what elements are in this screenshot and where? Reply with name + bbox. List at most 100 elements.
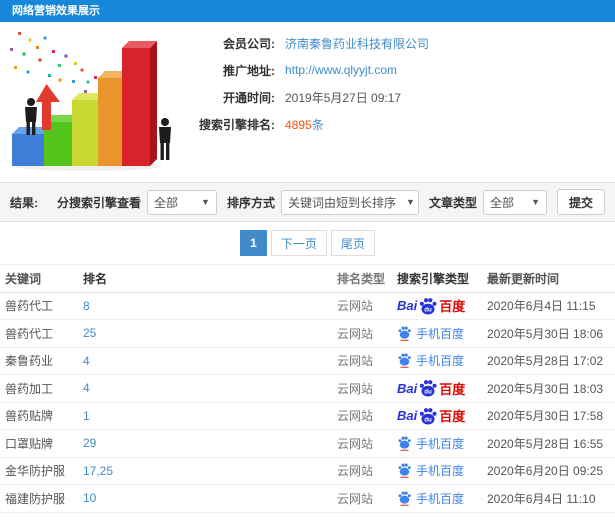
baidu-cn-wordmark: 百度 bbox=[439, 409, 466, 425]
marketing-report-window: 网络营销效果展示 会员公司: 济南秦鲁药业科技有限公司 推广地址: http:/… bbox=[0, 0, 615, 520]
mobile-baidu-label: 手机百度 bbox=[416, 464, 465, 479]
updated-time-cell: 2020年5月28日 17:02 bbox=[487, 354, 604, 369]
updated-time-cell: 2020年5月30日 18:06 bbox=[487, 326, 604, 341]
ranking-count-value: 4895 bbox=[285, 117, 312, 132]
rank-type-cell: 云网站 bbox=[337, 436, 374, 451]
table-header-row: 关键词 排名 排名类型 搜索引擎类型 最新更新时间 bbox=[0, 265, 615, 293]
table-row: 兽药贴牌 1 云网站 Bai du 百度 2020年5月30日 17:58 bbox=[0, 403, 615, 430]
baidu-mobile-paw-icon bbox=[398, 353, 411, 369]
baidu-pc-logo: Bai du 百度 bbox=[397, 378, 465, 398]
field-label: 会员公司: bbox=[223, 36, 275, 51]
svg-text:du: du bbox=[424, 306, 432, 313]
baidu-paw-icon: du bbox=[420, 407, 437, 425]
field-label: 推广地址: bbox=[223, 63, 275, 78]
sort-filter-select[interactable]: 关键词由短到长排序 ▼ bbox=[280, 189, 419, 215]
mobile-baidu-label: 手机百度 bbox=[416, 354, 465, 369]
updated-time-cell: 2020年6月4日 11:10 bbox=[487, 491, 596, 506]
businessman-right bbox=[159, 118, 171, 160]
rank-type-cell: 云网站 bbox=[337, 326, 374, 341]
table-row: 金华防护服 17,25 云网站 Bai du 百度 bbox=[0, 458, 615, 485]
rank-link[interactable]: 25 bbox=[83, 326, 96, 340]
updated-time-cell: 2020年5月30日 18:03 bbox=[487, 381, 604, 396]
keyword-cell: 秦鲁药业 bbox=[5, 354, 54, 369]
header-rank: 排名 bbox=[83, 271, 108, 286]
mobile-baidu-label: 手机百度 bbox=[416, 436, 465, 451]
rank-type-cell: 云网站 bbox=[337, 354, 374, 369]
baidu-pc-logo: Bai du 百度 bbox=[397, 296, 465, 316]
table-row: 兽药加工 4 云网站 Bai du 百度 2020年5月30日 18:03 bbox=[0, 375, 615, 403]
updated-time-cell: 2020年6月4日 11:15 bbox=[487, 299, 596, 314]
result-label: 结果: bbox=[10, 195, 38, 210]
rank-link[interactable]: 29 bbox=[83, 436, 96, 450]
baidu-wordmark: Bai bbox=[397, 298, 418, 314]
field-url: 推广地址: http://www.qlyyjt.com bbox=[183, 61, 615, 79]
page-title: 网络营销效果展示 bbox=[12, 5, 100, 17]
keyword-cell: 兽药贴牌 bbox=[5, 409, 54, 424]
field-label: 开通时间: bbox=[223, 90, 275, 105]
rank-link[interactable]: 4 bbox=[83, 381, 90, 395]
table-row: 口罩贴牌 29 云网站 Bai du 百度 bbox=[0, 430, 615, 458]
confetti-dots bbox=[10, 32, 102, 98]
mobile-baidu-label: 手机百度 bbox=[416, 326, 465, 341]
engine-filter-select[interactable]: 全部 ▼ bbox=[146, 189, 217, 215]
field-open-time: 开通时间: 2019年5月27日 09:17 bbox=[183, 88, 615, 106]
chevron-down-icon: ▼ bbox=[405, 197, 415, 207]
engine-filter-value: 全部 bbox=[153, 195, 178, 210]
baidu-mobile-logo: 手机百度 bbox=[397, 490, 464, 507]
baidu-pc-logo: Bai du 百度 bbox=[397, 406, 465, 426]
rank-type-cell: 云网站 bbox=[337, 464, 374, 479]
baidu-mobile-logo: 手机百度 bbox=[397, 462, 464, 479]
header-keyword: 关键词 bbox=[5, 271, 42, 286]
keyword-cell: 金华防护服 bbox=[5, 464, 66, 479]
baidu-cn-wordmark: 百度 bbox=[439, 381, 466, 397]
baidu-wordmark: Bai bbox=[397, 380, 418, 396]
baidu-paw-icon: du bbox=[420, 380, 437, 397]
updated-time-cell: 2020年5月28日 16:55 bbox=[487, 436, 604, 451]
baidu-mobile-logo: 手机百度 bbox=[397, 435, 464, 452]
article-type-value: 全部 bbox=[489, 195, 514, 210]
submit-button[interactable]: 提交 bbox=[556, 189, 605, 215]
keyword-cell: 口罩贴牌 bbox=[5, 436, 54, 451]
rank-type-cell: 云网站 bbox=[337, 299, 374, 314]
header-engine-type: 搜索引擎类型 bbox=[397, 271, 470, 286]
rank-link[interactable]: 4 bbox=[83, 354, 90, 368]
keyword-cell: 兽药代工 bbox=[5, 326, 54, 341]
rank-link[interactable]: 8 bbox=[83, 299, 90, 313]
field-company: 会员公司: 济南秦鲁药业科技有限公司 bbox=[183, 34, 615, 52]
rank-type-cell: 云网站 bbox=[337, 491, 374, 506]
pagination: 1 下一页 尾页 bbox=[0, 222, 615, 264]
keyword-cell: 兽药代工 bbox=[5, 299, 54, 314]
chevron-down-icon: ▼ bbox=[201, 197, 210, 207]
baidu-mobile-paw-icon bbox=[398, 463, 411, 479]
growth-chart-illustration bbox=[10, 32, 171, 171]
page-1-button[interactable]: 1 bbox=[240, 230, 267, 256]
field-ranking-count: 搜索引擎排名: 4895条 bbox=[183, 115, 615, 133]
company-link[interactable]: 济南秦鲁药业科技有限公司 bbox=[285, 35, 429, 52]
rank-link[interactable]: 10 bbox=[83, 491, 96, 505]
header-updated: 最新更新时间 bbox=[487, 271, 560, 286]
last-page-button[interactable]: 尾页 bbox=[330, 230, 375, 256]
rank-type-cell: 云网站 bbox=[337, 381, 374, 396]
updated-time-cell: 2020年5月30日 17:58 bbox=[487, 409, 604, 424]
rank-link[interactable]: 17,25 bbox=[83, 464, 113, 478]
table-row: 秦鲁药业 4 云网站 Bai du 百度 bbox=[0, 348, 615, 375]
baidu-paw-icon: du bbox=[420, 297, 437, 315]
updated-time-cell: 2020年6月20日 09:25 bbox=[487, 464, 604, 479]
table-body: 兽药代工 8 云网站 Bai du 百度 2020年6月4日 11:15 兽药代… bbox=[0, 293, 615, 513]
filter-bar: 结果: 分搜索引擎查看 全部 ▼ 排序方式 关键词由短到长排序 ▼ 文章类型 全… bbox=[0, 182, 615, 222]
baidu-mobile-logo: 手机百度 bbox=[397, 325, 464, 342]
promo-url-link[interactable]: http://www.qlyyjt.com bbox=[285, 63, 397, 77]
svg-text:du: du bbox=[424, 389, 432, 396]
baidu-mobile-paw-icon bbox=[398, 491, 411, 506]
keyword-cell: 福建防护服 bbox=[5, 491, 66, 506]
next-page-button[interactable]: 下一页 bbox=[270, 230, 327, 256]
keyword-ranking-table: 关键词 排名 排名类型 搜索引擎类型 最新更新时间 兽药代工 8 云网站 Bai bbox=[0, 264, 615, 513]
ranking-count-suffix: 条 bbox=[311, 117, 324, 132]
baidu-wordmark: Bai bbox=[397, 408, 418, 424]
field-label: 搜索引擎排名: bbox=[199, 117, 275, 132]
article-type-select[interactable]: 全部 ▼ bbox=[482, 189, 547, 215]
info-section: 会员公司: 济南秦鲁药业科技有限公司 推广地址: http://www.qlyy… bbox=[0, 22, 615, 182]
rank-link[interactable]: 1 bbox=[83, 409, 90, 423]
sort-filter-value: 关键词由短到长排序 bbox=[287, 195, 396, 210]
table-row: 兽药代工 25 云网站 Bai du 百度 bbox=[0, 320, 615, 348]
